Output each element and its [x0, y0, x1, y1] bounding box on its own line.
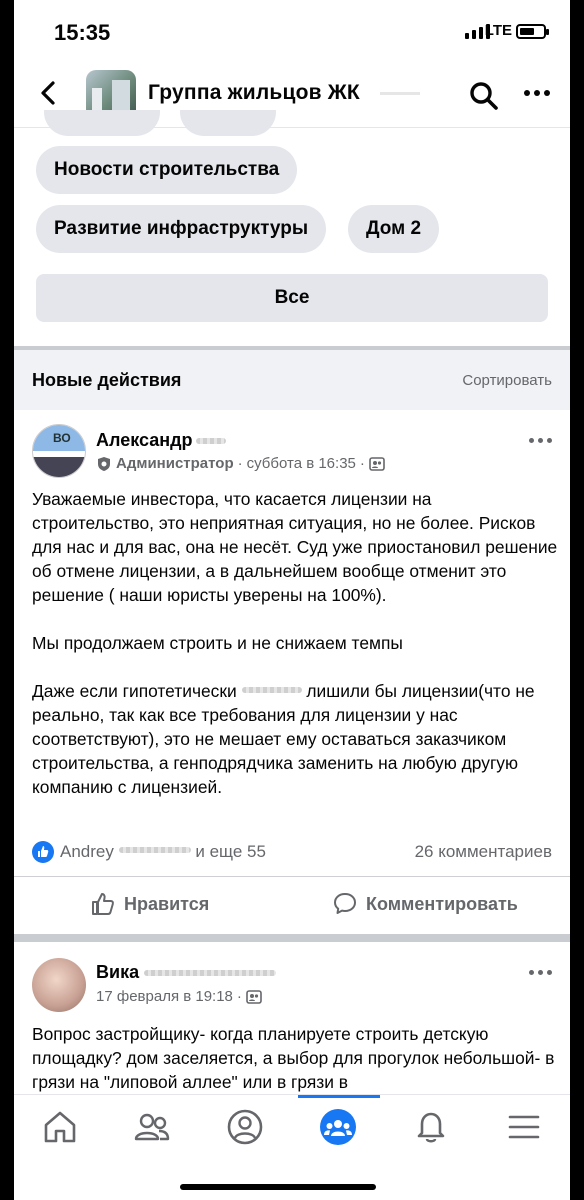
status-bar: 15:35 LTE	[14, 0, 570, 64]
author-avatar[interactable]: ВО	[32, 424, 86, 478]
sort-button[interactable]: Сортировать	[462, 372, 552, 389]
comment-label: Комментировать	[366, 893, 518, 914]
tab-menu[interactable]	[502, 1105, 546, 1149]
redacted-name	[196, 438, 226, 444]
more-icon[interactable]	[524, 90, 550, 96]
section-header: Новые действия Сортировать	[14, 350, 570, 410]
post-actions: Нравится Комментировать	[14, 876, 570, 934]
post-time[interactable]: 17 февраля в 19:18	[96, 988, 233, 1005]
post-more-icon[interactable]	[529, 438, 552, 443]
post-role: Администратор	[116, 455, 234, 472]
status-time: 15:35	[54, 20, 111, 45]
post-text: Уважаемые инвестора, что касается лиценз…	[32, 489, 558, 797]
post-meta: 17 февраля в 19:18 ·	[96, 988, 262, 1005]
topic-chip[interactable]: Новости строительства	[36, 146, 298, 194]
home-icon	[44, 1111, 76, 1143]
topic-chip-hidden[interactable]	[44, 110, 160, 136]
topic-chip[interactable]: Развитие инфраструктуры	[36, 205, 327, 253]
like-button[interactable]: Нравится	[90, 891, 209, 917]
group-title[interactable]: Группа жильцов ЖК	[148, 81, 360, 105]
home-indicator[interactable]	[180, 1184, 376, 1190]
group-audience-icon	[369, 456, 385, 471]
tab-notifications[interactable]	[409, 1105, 453, 1149]
battery-icon	[516, 24, 549, 39]
divider	[14, 934, 570, 942]
tab-home[interactable]	[38, 1105, 82, 1149]
friends-icon	[134, 1113, 170, 1141]
author-avatar[interactable]	[32, 958, 86, 1012]
all-topics-button[interactable]: Все	[36, 274, 548, 322]
redacted-name	[144, 970, 276, 976]
redacted-word	[241, 687, 302, 693]
tab-profile[interactable]	[223, 1105, 267, 1149]
tab-groups[interactable]	[316, 1105, 360, 1149]
post-author[interactable]: Александр	[96, 430, 193, 451]
group-audience-icon	[246, 989, 262, 1004]
comment-icon	[334, 893, 356, 914]
app-screen: 15:35 LTE Группа жильцов ЖК Новости стро…	[14, 0, 570, 1200]
post-text: Вопрос застройщику- когда планируете стр…	[32, 1024, 555, 1092]
reaction-count: и еще 55	[195, 842, 266, 861]
section-title: Новые действия	[32, 370, 182, 390]
like-badge-icon	[32, 841, 54, 863]
post-more-icon[interactable]	[529, 970, 552, 975]
like-label: Нравится	[124, 893, 210, 914]
reaction-names: Andrey	[60, 842, 114, 861]
topic-chip-hidden[interactable]	[180, 110, 276, 136]
redacted-name	[118, 847, 191, 853]
comments-count[interactable]: 26 комментариев	[415, 842, 552, 862]
post-time[interactable]: суббота в 16:35	[247, 455, 356, 472]
post-reactions[interactable]: Andrey и еще 55 26 комментариев	[32, 840, 552, 864]
topic-chip[interactable]: Дом 2	[348, 205, 440, 253]
comment-button[interactable]: Комментировать	[332, 891, 518, 917]
menu-icon	[508, 1115, 540, 1139]
like-icon	[92, 893, 114, 915]
search-icon[interactable]	[468, 80, 500, 112]
post-author[interactable]: Вика	[96, 962, 139, 983]
redacted-title-part	[380, 92, 420, 95]
shield-icon	[98, 456, 110, 471]
profile-icon	[227, 1109, 263, 1145]
bell-icon	[417, 1112, 445, 1143]
active-tab-indicator	[298, 1095, 380, 1098]
post-meta: Администратор · суббота в 16:35 ·	[96, 455, 385, 472]
tab-friends[interactable]	[130, 1105, 174, 1149]
back-icon[interactable]	[34, 78, 64, 108]
groups-icon	[320, 1109, 356, 1145]
network-label: LTE	[484, 22, 512, 39]
